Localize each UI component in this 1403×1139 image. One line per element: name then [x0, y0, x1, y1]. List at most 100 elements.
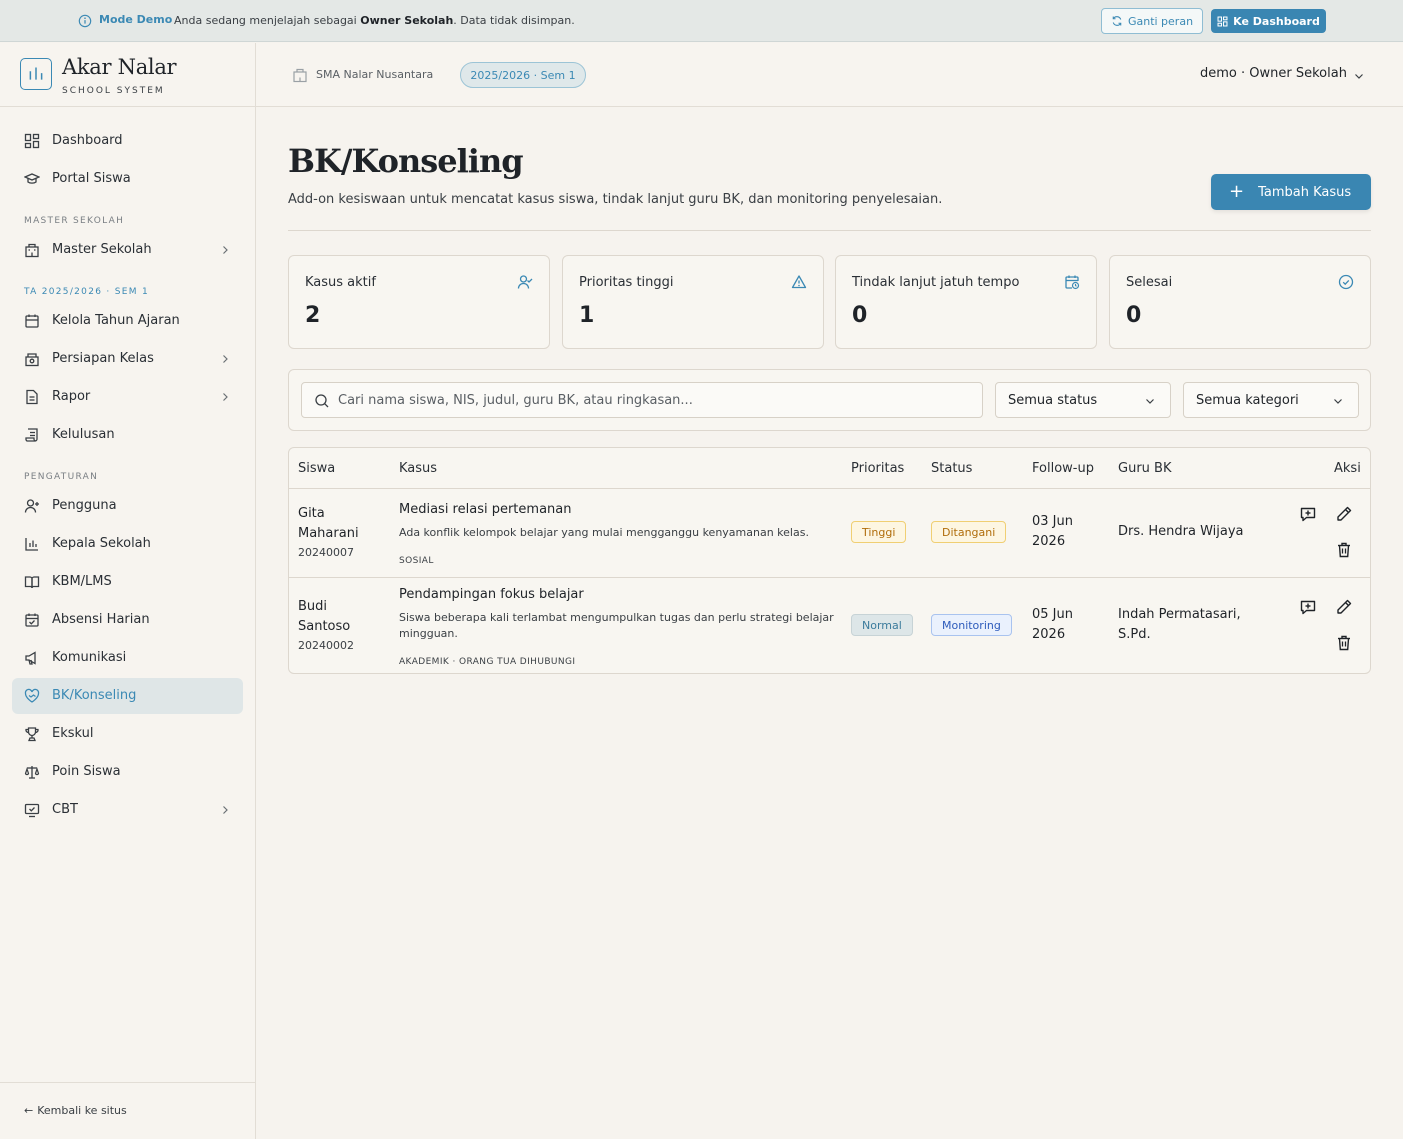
calendar-check-icon [25, 613, 39, 627]
sidebar-item-ekskul[interactable]: Ekskul [12, 716, 243, 752]
edit-icon[interactable] [1335, 505, 1353, 523]
add-note-icon[interactable] [1299, 505, 1317, 523]
column-header-status: Status [931, 461, 973, 476]
school-building-icon [25, 243, 39, 258]
column-header-siswa: Siswa [298, 461, 336, 476]
plus-icon: + [1229, 181, 1245, 202]
bar-chart-icon [25, 538, 38, 551]
demo-banner: Mode Demo Anda sedang menjelajah sebagai… [0, 0, 1403, 42]
column-header-follow-up: Follow-up [1032, 461, 1094, 476]
info-icon [78, 14, 92, 28]
case-summary: Ada konflik kelompok belajar yang mulai … [399, 526, 809, 539]
alert-triangle-icon [791, 275, 807, 289]
student-first-name: Budi [298, 599, 328, 614]
chevron-down-icon [1334, 399, 1342, 404]
search-icon [315, 394, 329, 408]
book-open-icon [24, 576, 40, 589]
column-header-guru-bk: Guru BK [1118, 461, 1172, 476]
section-settings-label: PENGATURAN [24, 472, 99, 482]
follow-up-year: 2026 [1032, 534, 1066, 549]
column-header-aksi: Aksi [1334, 461, 1361, 476]
sidebar-item-kepala-sekolah[interactable]: Kepala Sekolah [12, 526, 243, 562]
student-last-name: Maharani [298, 526, 359, 541]
section-master-label: MASTER SEKOLAH [24, 216, 125, 226]
search-input[interactable] [338, 383, 978, 417]
search-box[interactable] [301, 382, 983, 418]
counselor-name: Drs. Hendra Wijaya [1118, 524, 1244, 539]
academic-year-badge[interactable]: 2025/2026 · Sem 1 [460, 62, 586, 88]
section-ta-label: TA 2025/2026 · SEM 1 [24, 287, 149, 297]
trophy-icon [25, 727, 39, 742]
calendar-icon [25, 314, 39, 328]
status-select[interactable]: Semua status [995, 382, 1171, 418]
case-tags: SOSIAL [399, 556, 434, 566]
sidebar-item-kbm-lms[interactable]: KBM/LMS [12, 564, 243, 600]
edit-icon[interactable] [1335, 598, 1353, 616]
student-nis: 20240002 [298, 639, 354, 652]
priority-badge: Normal [851, 614, 913, 636]
classroom-icon [25, 353, 39, 367]
check-circle-icon [1338, 274, 1354, 290]
sidebar-item-kelola-tahun-ajaran[interactable]: Kelola Tahun Ajaran [12, 303, 243, 339]
trash-icon[interactable] [1335, 541, 1353, 559]
switch-role-button[interactable]: Ganti peran [1101, 8, 1203, 34]
sidebar-item-portal-siswa[interactable]: Portal Siswa [12, 161, 243, 197]
dashboard-icon [24, 133, 40, 149]
sidebar-item-cbt[interactable]: CBT [12, 792, 243, 828]
sidebar-footer: ← Kembali ke situs [0, 1082, 255, 1139]
case-title[interactable]: Pendampingan fokus belajar [399, 585, 584, 605]
heart-handshake-icon [24, 688, 40, 703]
priority-badge: Tinggi [851, 521, 907, 543]
school-building-icon [293, 68, 307, 83]
case-tags: AKADEMIK · ORANG TUA DIHUBUNGI [399, 657, 576, 667]
cases-table: Siswa Kasus Prioritas Status Follow-up G… [288, 447, 1371, 674]
follow-up-year: 2026 [1032, 627, 1066, 642]
graduation-cap-icon [24, 173, 40, 184]
scale-icon [24, 766, 40, 779]
chevron-right-icon [223, 355, 228, 363]
calendar-clock-icon [1065, 275, 1080, 290]
add-case-button[interactable]: + Tambah Kasus [1211, 174, 1371, 210]
counselor-name: Indah Permatasari, [1118, 607, 1241, 622]
sidebar-item-komunikasi[interactable]: Komunikasi [12, 640, 243, 676]
sidebar-item-master-sekolah[interactable]: Master Sekolah [12, 232, 243, 268]
chevron-right-icon [223, 246, 228, 254]
sidebar-item-persiapan-kelas[interactable]: Persiapan Kelas [12, 341, 243, 377]
sidebar-item-poin-siswa[interactable]: Poin Siswa [12, 754, 243, 790]
sidebar-item-bk-konseling[interactable]: BK/Konseling [12, 678, 243, 714]
user-check-icon [517, 275, 533, 289]
brand[interactable]: Akar Nalar SCHOOL SYSTEM [0, 43, 255, 107]
trash-icon[interactable] [1335, 634, 1353, 652]
chevron-down-icon[interactable] [1353, 70, 1365, 82]
sidebar-item-pengguna[interactable]: Pengguna [12, 488, 243, 524]
stat-card-active-cases: Kasus aktif 2 [288, 255, 550, 349]
case-summary-continued: mingguan. [399, 627, 458, 640]
student-nis: 20240007 [298, 546, 354, 559]
megaphone-icon [25, 651, 36, 665]
case-summary: Siswa beberapa kali terlambat mengumpulk… [399, 611, 834, 624]
arrow-left-icon: ← [24, 1104, 34, 1117]
status-badge: Ditangani [931, 521, 1007, 543]
follow-up-date: 03 Jun [1032, 514, 1073, 529]
brand-subtitle: SCHOOL SYSTEM [62, 86, 165, 96]
sidebar-item-absensi-harian[interactable]: Absensi Harian [12, 602, 243, 638]
category-select[interactable]: Semua kategori [1183, 382, 1359, 418]
to-dashboard-button[interactable]: Ke Dashboard [1211, 9, 1326, 33]
follow-up-date: 05 Jun [1032, 607, 1073, 622]
case-title[interactable]: Mediasi relasi pertemanan [399, 500, 571, 520]
student-first-name: Gita [298, 506, 325, 521]
sidebar-item-rapor[interactable]: Rapor [12, 379, 243, 415]
sidebar-item-dashboard[interactable]: Dashboard [12, 123, 243, 159]
chevron-down-icon [1146, 399, 1154, 404]
chevron-right-icon [223, 393, 228, 401]
back-to-site-link[interactable]: ← Kembali ke situs [24, 1104, 127, 1117]
topbar: SMA Nalar Nusantara 2025/2026 · Sem 1 de… [256, 43, 1403, 107]
monitor-check-icon [24, 803, 40, 818]
school-name: SMA Nalar Nusantara [316, 68, 434, 81]
student-last-name: Santoso [298, 619, 351, 634]
add-note-icon[interactable] [1299, 598, 1317, 616]
sidebar-item-kelulusan[interactable]: Kelulusan [12, 417, 243, 453]
dashboard-icon [1217, 16, 1228, 26]
header-divider [289, 488, 1370, 489]
user-menu[interactable]: demo · Owner Sekolah [1200, 66, 1347, 81]
